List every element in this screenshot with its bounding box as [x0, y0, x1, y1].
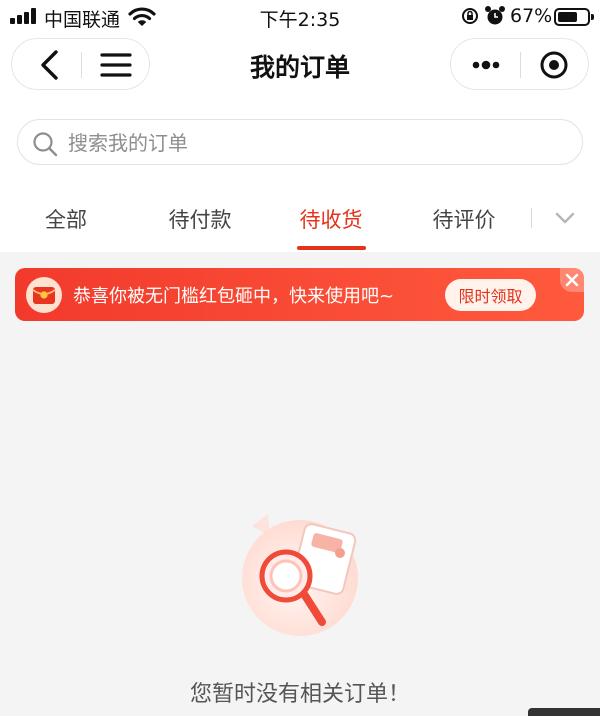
claim-button[interactable]: 限时领取	[445, 279, 536, 311]
target-icon	[540, 51, 568, 79]
empty-state-message: 您暂时没有相关订单！	[189, 682, 410, 707]
battery-icon	[554, 8, 594, 26]
close-miniprogram-button[interactable]	[521, 39, 590, 91]
more-icon	[472, 60, 500, 70]
red-envelope-icon	[26, 277, 62, 313]
alarm-icon	[485, 6, 505, 25]
tab-pending-receipt[interactable]: 待收货	[287, 204, 375, 234]
battery-fill	[558, 12, 577, 22]
status-bar: 中国联通 下午2:35 67%	[0, 0, 600, 34]
chevron-down-icon[interactable]	[552, 206, 578, 230]
search-input[interactable]	[68, 126, 568, 160]
rotation-lock-icon	[462, 8, 478, 24]
nav-right-capsule	[450, 38, 589, 90]
search-icon	[33, 132, 58, 157]
close-icon	[565, 273, 579, 287]
tab-all[interactable]: 全部	[30, 204, 102, 234]
tab-pending-payment[interactable]: 待付款	[156, 204, 244, 234]
battery-percent: 67%	[510, 5, 553, 27]
search-bar[interactable]	[17, 119, 583, 165]
promo-message: 恭喜你被无门槛红包砸中，快来使用吧~	[73, 286, 395, 307]
active-tab-indicator	[297, 246, 366, 250]
promo-banner[interactable]: 恭喜你被无门槛红包砸中，快来使用吧~ 限时领取	[15, 268, 584, 321]
home-indicator	[528, 708, 600, 716]
promo-close-button[interactable]	[560, 268, 584, 292]
tab-pending-review[interactable]: 待评价	[420, 204, 508, 234]
magnifier-illustration	[242, 514, 358, 636]
more-button[interactable]	[451, 39, 520, 91]
tab-divider	[531, 208, 532, 228]
